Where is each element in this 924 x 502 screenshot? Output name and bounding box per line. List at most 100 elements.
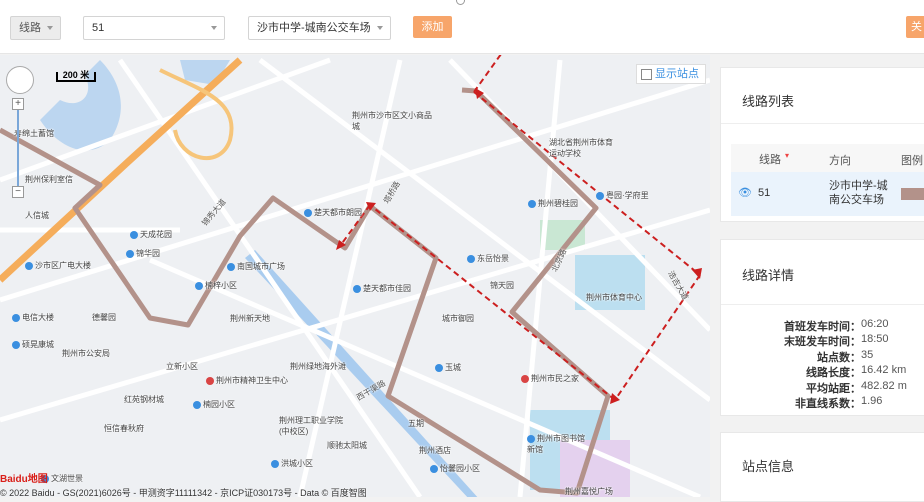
map-label: 洪城小区	[271, 458, 313, 469]
baidu-logo: Baidu地图	[0, 474, 48, 485]
map-label: 荆州理工职业学院(中校区)	[279, 416, 343, 436]
query-type-value: 线路	[19, 22, 41, 34]
map-label: 东岳怡景	[467, 253, 509, 264]
query-type-select[interactable]: 线路	[10, 16, 61, 40]
map-label: 荆州绿地海外滩	[290, 362, 346, 371]
map-label: 怡馨园小区	[430, 463, 480, 474]
map-label: 荆州酒店	[419, 446, 451, 455]
detail-key: 非直线系数：	[795, 398, 861, 410]
route-list-title: 线路列表	[742, 94, 795, 109]
detail-value: 06:20	[861, 318, 889, 330]
map-label: 锦华园	[126, 248, 160, 259]
map-label: 德馨园	[92, 313, 116, 322]
chevron-down-icon	[377, 26, 383, 30]
map-label: 荆州市沙市区文小商品城	[352, 111, 432, 131]
chevron-down-icon	[47, 26, 53, 30]
direction-select[interactable]: 沙市中学-城南公交车场	[248, 16, 391, 40]
sort-icon[interactable]: ▾	[785, 151, 789, 160]
map-label: 玉城	[435, 362, 461, 373]
close-button[interactable]: 关	[906, 16, 924, 38]
map-label: 五期	[408, 419, 424, 428]
detail-row: 非直线系数： 1.96	[741, 395, 924, 410]
map-label: 红苑钢材城	[124, 395, 164, 404]
map-label: 荆州嘉悦广场	[565, 487, 613, 496]
detail-row: 站点数： 35	[741, 348, 924, 364]
header-direction: 方向	[829, 155, 851, 167]
detail-value: 16.42 km	[861, 364, 907, 377]
map-label: 电信大楼	[12, 312, 54, 323]
zoom-in-button[interactable]: +	[12, 98, 24, 110]
map-label: 南国城市广场	[227, 261, 285, 272]
route-detail-title: 线路详情	[742, 268, 795, 283]
line-select-value: 51	[92, 22, 105, 34]
detail-row: 平均站距： 482.82 m	[741, 379, 924, 395]
header-line[interactable]: 线路	[759, 151, 781, 167]
zoom-control[interactable]: + −	[12, 98, 24, 198]
header-legend: 图例	[901, 155, 923, 167]
map-label: 硕晃康城	[12, 339, 54, 350]
zoom-out-button[interactable]: −	[12, 186, 24, 198]
detail-value: 1.96	[861, 395, 883, 407]
map-label: 人信城	[25, 211, 49, 220]
checkbox-icon[interactable]	[641, 68, 652, 80]
map-label: 荆州保利室信	[25, 175, 73, 184]
map-view[interactable]: 寿绵土蓄馆 荆州保利室信 人信城 天成花园 锦华园 沙市区广电大楼 电信大楼 德…	[0, 55, 710, 497]
route-direction: 沙市中学-城南公交车场	[829, 180, 888, 206]
map-label: 荆州市精神卫生中心	[206, 375, 288, 386]
detail-key: 平均站距：	[806, 382, 861, 395]
map-label: 楠梓小区	[195, 280, 237, 291]
show-stops-label: 显示站点	[655, 68, 699, 80]
route-row[interactable]: 👁 51 沙市中学-城南公交车场	[731, 172, 924, 216]
zoom-slider-track[interactable]	[17, 110, 19, 186]
map-label: 楠园小区	[193, 399, 235, 410]
eye-icon[interactable]: 👁	[738, 186, 752, 199]
route-detail-panel: 线路详情 首班发车时间： 06:20 末班发车时间： 18:50 站点数： 35 线路长度：…	[720, 239, 924, 416]
drag-handle[interactable]	[456, 0, 465, 5]
map-label: 城市御园	[442, 314, 474, 323]
map-label: 荆州市民之家	[521, 373, 579, 384]
map-label: 荆州新天地	[230, 314, 270, 323]
detail-value: 482.82 m	[861, 379, 907, 392]
route-list-panel: 线路列表 线路 ▾ 方向 图例 👁 51 沙市中学-城南公交车场	[720, 67, 924, 222]
map-label: 立新小区	[166, 362, 198, 371]
line-select[interactable]: 51	[83, 16, 225, 40]
map-label: 荆州市公安局	[62, 349, 110, 358]
map-label: 恒信春秋府	[104, 424, 144, 433]
divider	[721, 123, 924, 124]
detail-key: 首班发车时间：	[784, 321, 861, 333]
map-label: 顺驰太阳城	[327, 441, 367, 450]
detail-row: 首班发车时间： 06:20	[741, 318, 924, 333]
add-button[interactable]: 添加	[413, 16, 452, 38]
scale-bar: 200 米	[56, 71, 96, 82]
pan-control[interactable]	[6, 66, 34, 94]
stop-info-title: 站点信息	[742, 459, 795, 474]
detail-key: 站点数：	[817, 351, 861, 364]
detail-row: 末班发车时间： 18:50	[741, 333, 924, 349]
map-label: 荆州碧桂园	[528, 198, 578, 209]
route-table-header: 线路 ▾ 方向 图例	[731, 144, 924, 172]
detail-key: 线路长度：	[806, 367, 861, 380]
detail-row: 线路长度： 16.42 km	[741, 364, 924, 380]
divider	[721, 304, 924, 305]
route-legend-swatch	[901, 188, 924, 200]
map-label: 天成花园	[130, 229, 172, 240]
detail-value: 35	[861, 348, 874, 361]
map-label: 荆州市体育中心	[586, 293, 642, 302]
top-toolbar: 线路 51 沙市中学-城南公交车场 添加 关	[0, 0, 924, 54]
detail-value: 18:50	[861, 333, 889, 346]
interchange-ramp	[159, 68, 234, 160]
show-stops-toggle[interactable]: 显示站点	[636, 64, 706, 84]
stop-info-panel: 站点信息	[720, 432, 924, 502]
map-label: 锦天园	[490, 281, 514, 290]
chevron-down-icon	[211, 26, 217, 30]
map-label: 楚天都市佳园	[353, 283, 411, 294]
map-label: 沙市区广电大楼	[25, 260, 91, 271]
direction-select-value: 沙市中学-城南公交车场	[257, 22, 371, 34]
map-copyright: © 2022 Baidu - GS(2021)6026号 - 甲测资字11111…	[0, 488, 367, 497]
detail-key: 末班发车时间：	[784, 336, 861, 349]
route-line-number: 51	[758, 187, 771, 199]
map-label: 荆州市图书馆新馆	[527, 434, 585, 454]
map-label: 楚天都市朗园	[304, 207, 362, 218]
map-label: 粤园·学府里	[596, 190, 649, 201]
map-label: 湖北省荆州市体育运动学校	[549, 138, 613, 158]
